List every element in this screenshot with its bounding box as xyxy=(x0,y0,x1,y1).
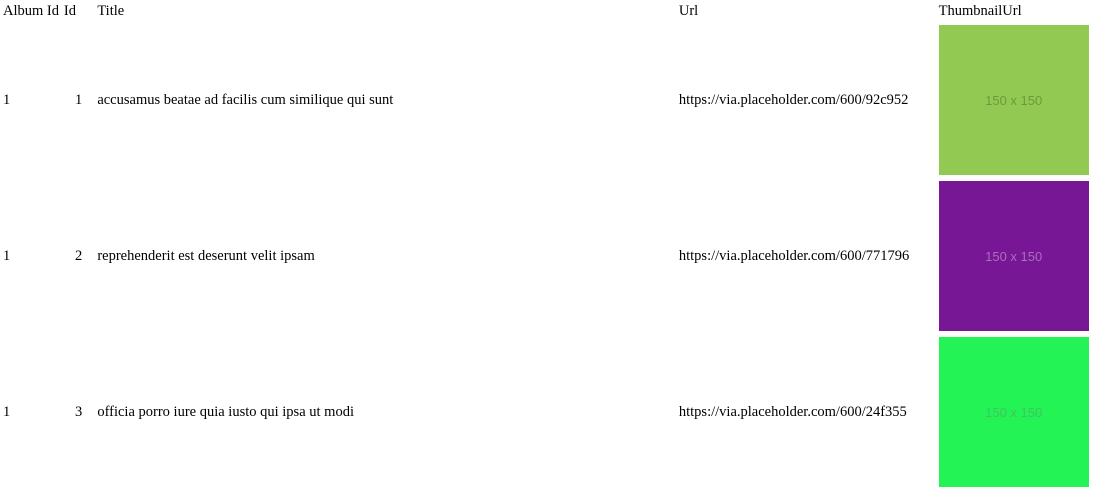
id-cell: 1 xyxy=(74,91,83,108)
id-cell: 3 xyxy=(74,403,83,420)
header-id: Id xyxy=(63,3,76,19)
album-id-cell: 1 xyxy=(3,91,11,108)
thumbnail-label: 150 x 150 xyxy=(985,92,1043,108)
header-title: Title xyxy=(97,3,125,19)
thumbnail-label: 150 x 150 xyxy=(985,404,1043,420)
table-row: 1 1 accusamus beatae ad facilis cum simi… xyxy=(2,23,1092,177)
id-cell: 2 xyxy=(74,247,83,264)
header-album-id: Album Id xyxy=(3,3,59,19)
thumbnail-cell: 150 x 150 xyxy=(938,23,1092,177)
title-cell: officia porro iure quia iusto qui ipsa u… xyxy=(97,403,354,420)
url-cell: https://via.placeholder.com/600/771796 xyxy=(678,247,910,264)
table-row: 1 2 reprehenderit est deserunt velit ips… xyxy=(2,179,1092,333)
url-cell: https://via.placeholder.com/600/92c952 xyxy=(678,91,909,108)
url-cell: https://via.placeholder.com/600/24f355 xyxy=(678,403,907,420)
thumbnail-cell: 150 x 150 xyxy=(938,179,1092,333)
header-url: Url xyxy=(678,3,699,19)
title-cell: reprehenderit est deserunt velit ipsam xyxy=(97,247,315,264)
header-row: Album Id Id Title Url ThumbnailUrl xyxy=(2,2,1092,21)
table-row: 1 3 officia porro iure quia iusto qui ip… xyxy=(2,335,1092,489)
header-thumbnail-url: ThumbnailUrl xyxy=(938,3,1022,19)
photos-table: Album Id Id Title Url ThumbnailUrl 1 1 a… xyxy=(0,0,1094,491)
thumbnail-cell: 150 x 150 xyxy=(938,335,1092,489)
table-header: Album Id Id Title Url ThumbnailUrl xyxy=(2,2,1092,21)
album-id-cell: 1 xyxy=(3,247,11,264)
album-id-cell: 1 xyxy=(3,403,11,420)
thumbnail-image: 150 x 150 xyxy=(938,181,1089,331)
title-cell: accusamus beatae ad facilis cum similiqu… xyxy=(97,91,394,108)
thumbnail-label: 150 x 150 xyxy=(985,248,1043,264)
table-body: 1 1 accusamus beatae ad facilis cum simi… xyxy=(2,23,1092,489)
thumbnail-image: 150 x 150 xyxy=(938,25,1089,175)
thumbnail-image: 150 x 150 xyxy=(938,337,1089,487)
